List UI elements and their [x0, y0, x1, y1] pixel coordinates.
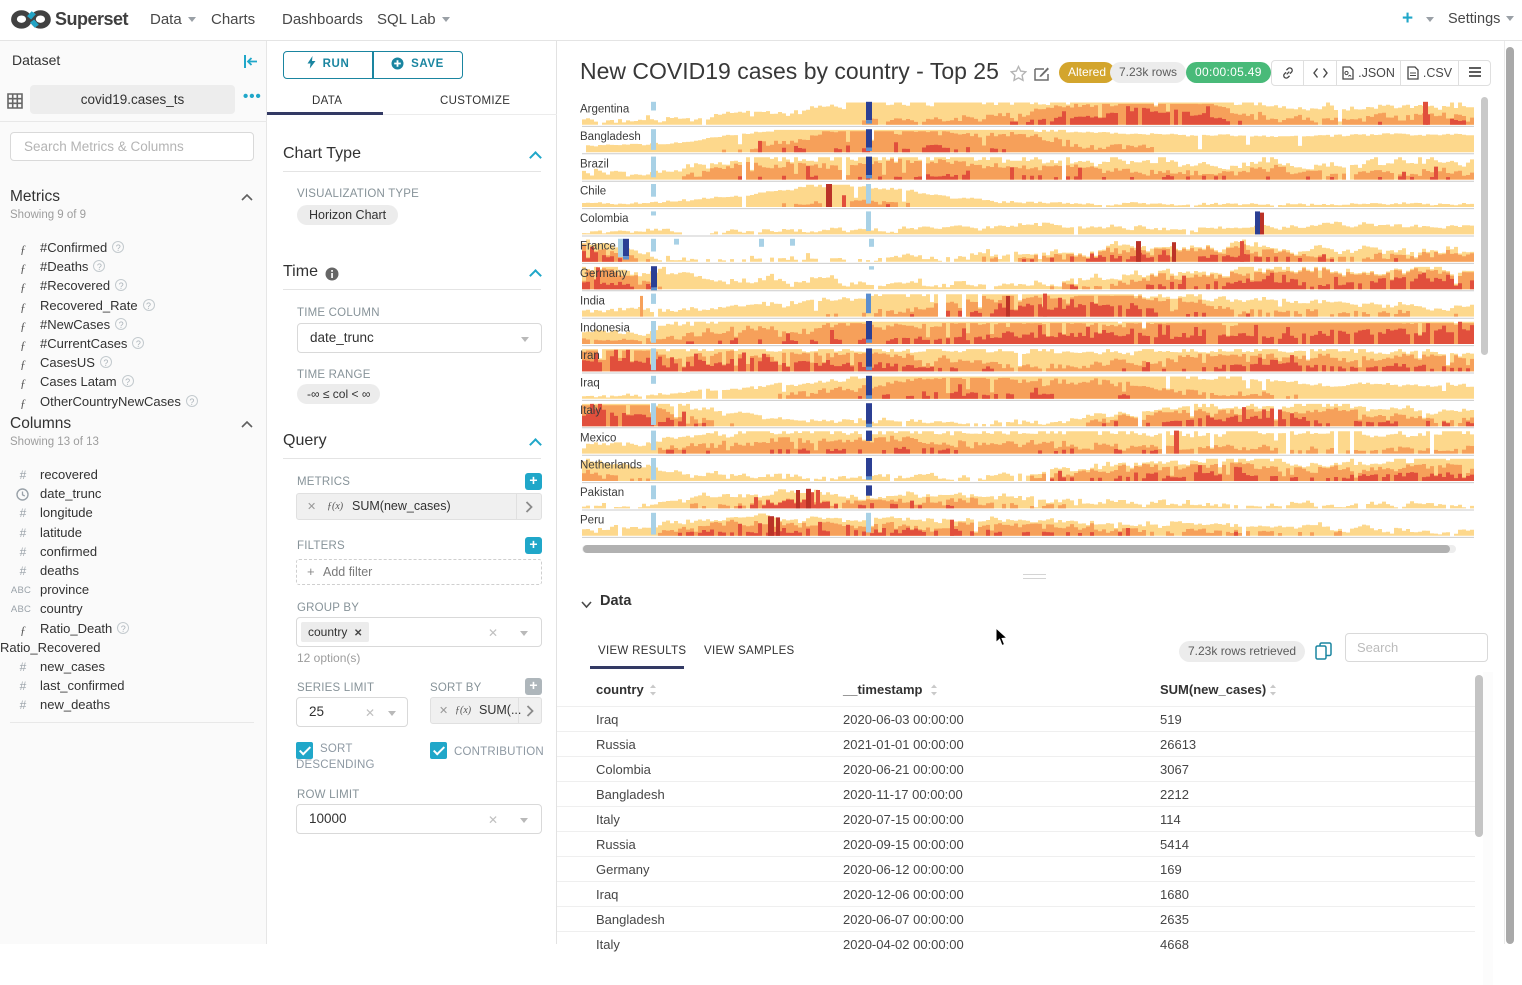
svg-text:Peru: Peru — [580, 515, 604, 527]
svg-text:Chile: Chile — [580, 186, 606, 198]
svg-text:India: India — [580, 295, 606, 307]
svg-text:Iraq: Iraq — [580, 378, 600, 390]
svg-text:Brazil: Brazil — [580, 158, 609, 170]
svg-text:Colombia: Colombia — [580, 213, 629, 225]
svg-text:Germany: Germany — [580, 268, 628, 280]
svg-text:Argentina: Argentina — [580, 104, 630, 116]
svg-text:Pakistan: Pakistan — [580, 487, 624, 499]
svg-text:Iran: Iran — [580, 350, 600, 362]
svg-text:Netherlands: Netherlands — [580, 460, 642, 472]
svg-text:Italy: Italy — [580, 405, 601, 417]
svg-text:France: France — [580, 241, 616, 253]
svg-text:Bangladesh: Bangladesh — [580, 131, 641, 143]
svg-text:Mexico: Mexico — [580, 432, 616, 444]
svg-text:Indonesia: Indonesia — [580, 323, 630, 335]
